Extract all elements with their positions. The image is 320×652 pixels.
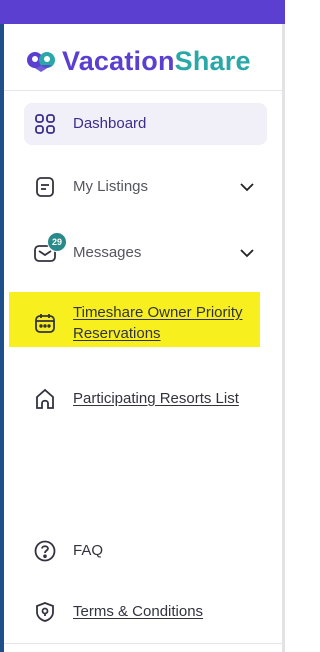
nav-dashboard[interactable]: Dashboard — [24, 103, 267, 145]
nav-priority-reservations-label: Timeshare Owner Priority Reservations — [73, 304, 243, 342]
shield-icon — [34, 601, 56, 623]
nav-messages-label: Messages — [73, 244, 142, 261]
chevron-down-icon[interactable] — [239, 179, 255, 195]
grid-icon — [34, 113, 56, 135]
brand-logo-link[interactable]: VacationShare — [26, 44, 251, 78]
nav-messages[interactable]: 29 Messages — [24, 232, 267, 274]
top-bar — [0, 0, 285, 24]
brand-name: VacationShare — [62, 45, 251, 76]
nav-participating-resorts[interactable]: Participating Resorts List — [24, 378, 267, 420]
messages-count-badge: 29 — [47, 232, 67, 252]
nav-participating-resorts-label: Participating Resorts List — [73, 390, 239, 407]
nav-faq-label: FAQ — [73, 542, 104, 559]
nav-faq[interactable]: FAQ — [24, 530, 267, 572]
help-circle-icon — [34, 540, 56, 562]
heart-logo-icon — [27, 52, 55, 72]
mail-icon: 29 — [34, 232, 67, 264]
nav-priority-reservations[interactable]: Timeshare Owner Priority Reservations — [24, 300, 267, 346]
nav-terms-label: Terms & Conditions — [73, 603, 204, 620]
nav-dashboard-label: Dashboard — [73, 115, 147, 132]
home-icon — [34, 388, 56, 410]
chevron-down-icon[interactable] — [239, 245, 255, 261]
header-divider — [4, 90, 282, 91]
calendar-icon — [34, 312, 56, 334]
nav-terms[interactable]: Terms & Conditions — [24, 591, 267, 633]
left-edge — [0, 24, 4, 652]
sidebar-border — [282, 24, 285, 652]
nav-my-listings-label: My Listings — [73, 178, 149, 195]
nav-my-listings[interactable]: My Listings — [24, 166, 267, 208]
footer-divider — [4, 643, 282, 644]
listing-icon — [34, 176, 56, 198]
